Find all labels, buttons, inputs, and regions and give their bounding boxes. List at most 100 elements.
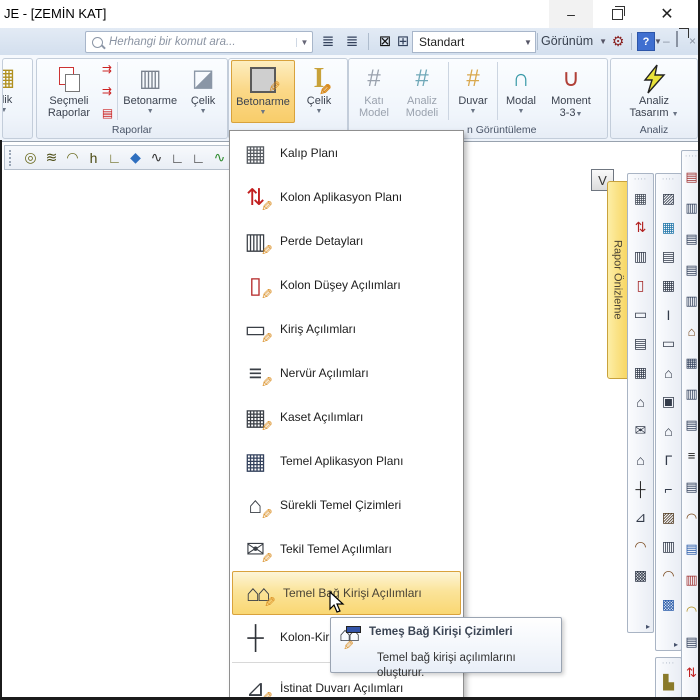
layers-alt-icon[interactable]: ≣ [342, 31, 362, 51]
celik-partial-button[interactable]: ▦ elik ▼ [3, 59, 32, 120]
betonarme-raporlar-button[interactable]: ▥ Betonarme ▼ [119, 60, 181, 121]
pencil-icon: ✎ [261, 506, 273, 522]
drawing-tool-icon[interactable]: ▩ [658, 590, 679, 619]
menu-item[interactable]: ⌂ ✎ Sürekli Temel Çizimleri [230, 483, 463, 527]
celik-cizim-button[interactable]: I ✎ Çelik ▼ [295, 60, 343, 121]
toolbar-grip[interactable]: ∙∙∙∙ [634, 175, 647, 183]
toolbar-expander-icon[interactable]: ▸ [674, 640, 681, 650]
drawing-tool-icon[interactable]: ⌂ [658, 358, 679, 387]
drawing-tool-icon[interactable]: ▥ [630, 242, 651, 271]
menu-item[interactable]: ⌂⌂ ✎ Temel Bağ Kirişi Açılımları [232, 571, 461, 615]
canvas-tool-icon[interactable]: ∿ [146, 149, 167, 166]
duvar-button[interactable]: # Duvar ▼ [450, 60, 496, 121]
menu-item[interactable]: ≡ ✎ Nervür Açılımları [230, 351, 463, 395]
view-menu-button[interactable]: Görünüm ▼ [541, 31, 607, 51]
rapor-onizleme-tab[interactable]: Rapor Önizleme [607, 181, 628, 379]
canvas-tool-icon[interactable]: ◎ [20, 149, 41, 166]
drawing-tool-icon[interactable]: ▦ [630, 184, 651, 213]
minimize-button[interactable]: – [549, 0, 593, 28]
drawing-tool-icon[interactable]: ▤ [630, 329, 651, 358]
plan-view-icon[interactable]: ⊞ [394, 31, 412, 51]
close-button[interactable]: ✕ [641, 0, 693, 28]
combo-dropdown-arrow-icon[interactable]: ▼ [521, 38, 535, 47]
report-mini-icon[interactable]: ▤ [102, 106, 113, 120]
menu-item[interactable]: ▦ ✎ Temel Aplikasyon Planı [230, 439, 463, 483]
drawing-tool-icon[interactable]: ▤ [658, 242, 679, 271]
canvas-tool-icon[interactable]: ∟ [188, 150, 209, 166]
drawing-tool-icon[interactable]: ▭ [658, 329, 679, 358]
canvas-tool-icon[interactable]: ◆ [125, 149, 146, 166]
drawing-tool-icon[interactable]: ⌂ [630, 387, 651, 416]
drawing-tool-icon[interactable]: ▣ [658, 387, 679, 416]
drawing-tool-icon[interactable]: ▦ [630, 358, 651, 387]
modal-button[interactable]: ∩ Modal ▼ [499, 60, 543, 121]
mdi-minimize-button[interactable]: – [663, 34, 670, 48]
drawing-tool-icon[interactable]: ▦ [658, 271, 679, 300]
drawing-tool-icon[interactable]: ┼ [630, 474, 651, 503]
kati-model-button[interactable]: # Katı Model [351, 60, 397, 121]
drawing-tool-icon[interactable]: I [658, 300, 679, 329]
menu-item[interactable]: ⇅ ✎ Kolon Aplikasyon Planı [230, 175, 463, 219]
canvas-tool-icon[interactable]: h [83, 150, 104, 166]
help-dropdown-arrow-icon[interactable]: ▼ [653, 31, 663, 51]
report-mini-icon[interactable]: ⇉ [102, 84, 113, 98]
mdi-restore-button[interactable] [676, 31, 678, 47]
settings-icon[interactable]: ⚙ [608, 31, 628, 51]
drawing-tool-icon[interactable]: ⊿ [630, 503, 651, 532]
betonarme-cizim-button[interactable]: ✎ Betonarme ▼ [231, 60, 295, 123]
analiz-tasarim-button[interactable]: Analiz Tasarım ▼ [621, 60, 687, 121]
menu-item[interactable]: ✉ ✎ Tekil Temel Açılımları [230, 527, 463, 571]
drawing-tool-icon[interactable]: ▯ [630, 271, 651, 300]
menu-item-label: Sürekli Temel Çizimleri [280, 498, 402, 512]
drawing-tool-icon[interactable]: ▨ [658, 184, 679, 213]
command-search-box[interactable]: ▼ [85, 31, 313, 53]
drawing-tool-icon[interactable]: ⌂ [658, 416, 679, 445]
drawing-tool-icon[interactable]: ◠ [630, 532, 651, 561]
restore-button[interactable] [595, 0, 639, 28]
tooltip-title: Temeş Bağ Kirişi Çizimleri [369, 626, 513, 638]
drawing-tool-icon[interactable]: ▥ [658, 532, 679, 561]
menu-item[interactable]: ▥ ✎ Perde Detayları [230, 219, 463, 263]
steel-report-icon: ◪ [191, 65, 215, 92]
drawing-tool-icon[interactable]: ⌂ [630, 445, 651, 474]
toolbar-grip[interactable]: ∙∙∙∙ [662, 175, 675, 183]
toolbar-grip[interactable]: ∙∙∙∙ [662, 659, 675, 667]
style-combobox[interactable]: Standart ▼ [412, 31, 536, 53]
moment-button[interactable]: ∪ Moment 3-3▼ [543, 60, 599, 121]
close-view-icon[interactable]: ⊠ [376, 31, 394, 51]
dropdown-arrow-icon: ▼ [146, 108, 154, 115]
canvas-tool-icon[interactable]: ◠ [62, 149, 83, 166]
search-dropdown-arrow-icon[interactable]: ▼ [296, 37, 312, 47]
drawing-tool-icon[interactable]: ⇅ [630, 213, 651, 242]
quick-access-toolbar: ▼ ≣ ≣ ⊠ ⊞ Standart ▼ Görünüm ▼ ⚙ ? ▼ – × [0, 28, 700, 56]
report-mini-icon[interactable]: ⇉ [102, 62, 113, 76]
menu-item[interactable]: ▭ ✎ Kiriş Açılımları [230, 307, 463, 351]
canvas-tool-icon[interactable]: ≋ [41, 149, 62, 166]
menu-item[interactable]: ▦ ✎ Kaset Açılımları [230, 395, 463, 439]
toolbar-grip[interactable] [9, 149, 16, 166]
canvas-tool-icon[interactable]: ∟ [104, 150, 125, 166]
drawing-tool-icon[interactable]: ▨ [658, 503, 679, 532]
betonarme-cizim-label: Betonarme [236, 96, 290, 108]
celik-raporlar-button[interactable]: ◪ Çelik ▼ [181, 60, 225, 121]
canvas-tool-icon[interactable]: ∟ [167, 150, 188, 166]
layers-icon[interactable]: ≣ [318, 31, 338, 51]
drawing-tool-icon[interactable]: ✉ [630, 416, 651, 445]
toolbar-grip[interactable]: ∙∙∙∙ [685, 152, 698, 160]
drawing-tool-icon[interactable]: ▩ [630, 561, 651, 590]
menu-item[interactable]: ▯ ✎ Kolon Düşey Açılımları [230, 263, 463, 307]
drawing-tool-icon[interactable]: ▦ [658, 213, 679, 242]
menu-item[interactable]: ▦ ✎ Kalıp Planı [230, 131, 463, 175]
drawing-tool-icon[interactable]: ◠ [658, 561, 679, 590]
canvas-tool-icon[interactable]: ∿ [209, 149, 230, 166]
drawing-tool-icon[interactable]: ⌐ [658, 474, 679, 503]
drawing-tool-icon[interactable]: ▭ [630, 300, 651, 329]
mdi-close-button[interactable]: × [689, 34, 696, 48]
search-input[interactable] [107, 35, 296, 49]
drawing-tool-icon[interactable]: Γ [658, 445, 679, 474]
secmeli-raporlar-button[interactable]: Seçmeli Raporlar [39, 60, 99, 121]
analiz-modeli-button[interactable]: # Analiz Modeli [397, 60, 447, 121]
toolbar-expander-icon[interactable]: ▸ [646, 622, 653, 632]
betonarme-dropdown-menu: ▦ ✎ Kalıp Planı ⇅ ✎ Kolon Aplikasyon Pla… [229, 130, 464, 700]
drawing-tool-icon[interactable]: ▙ [658, 668, 679, 697]
